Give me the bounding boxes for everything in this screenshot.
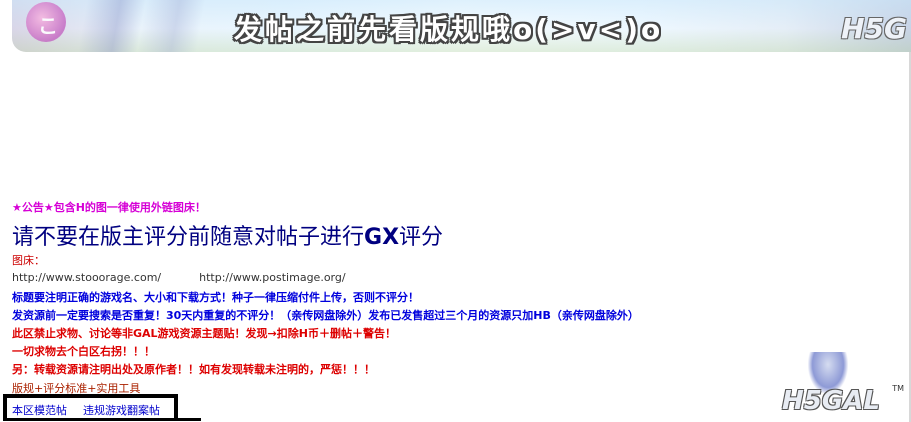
anime-characters-art xyxy=(70,0,230,52)
rule-requests-elsewhere: 一切求物去个白区右拐！！！ xyxy=(12,345,155,358)
image-host-link-postimage[interactable]: http://www.postimage.org/ xyxy=(199,271,345,284)
image-host-links: http://www.stooorage.com/http://www.post… xyxy=(12,271,346,284)
announcement: ★公告★包含H的图一律使用外链图床！ xyxy=(12,201,206,214)
appeal-posts-link[interactable]: 违规游戏翻案帖 xyxy=(83,402,160,418)
box-underline xyxy=(3,418,201,421)
image-host-label: 图床： xyxy=(12,254,45,267)
rule-duplicate-check: 发资源前一定要搜索是否重复！30天内重复的不评分！（亲传网盘除外）发布已发售超过… xyxy=(12,309,639,322)
featured-links-box: 本区模范帖 违规游戏翻案帖 xyxy=(3,394,178,420)
rule-title-format: 标题要注明正确的游戏名、大小和下载方式！种子一律压缩付件上传，否则不评分！ xyxy=(12,291,419,304)
mascot-logo-text: H5GAL xyxy=(782,386,880,416)
heading-prefix: 请不要在版主评分前随意对帖子进行 xyxy=(12,225,365,250)
header-banner: こ 发帖之前先看版规哦o(>v<)o H5G xyxy=(12,0,911,52)
rule-repost-credit: 另：转载资源请注明出处及原作者！！如有发现转载未注明的，严惩！！！ xyxy=(12,363,375,376)
heart-glyph: こ xyxy=(38,14,58,38)
image-host-link-stooorage[interactable]: http://www.stooorage.com/ xyxy=(12,271,161,284)
heading-bold: GX xyxy=(364,225,400,250)
site-logo: H5G xyxy=(841,12,907,45)
rule-no-requests: 此区禁止求物、讨论等非GAL游戏资源主题贴！发现→扣除H币＋删帖＋警告！ xyxy=(12,327,396,340)
trademark-mark: TM xyxy=(892,384,904,393)
rating-warning-heading: 请不要在版主评分前随意对帖子进行GX评分 xyxy=(12,219,443,251)
h5gal-mascot-logo: H5GAL TM xyxy=(770,352,910,422)
heading-suffix: 评分 xyxy=(399,225,444,250)
banner-title: 发帖之前先看版规哦o(>v<)o xyxy=(234,13,664,46)
heart-logo-icon: こ xyxy=(26,2,66,42)
model-posts-link[interactable]: 本区模范帖 xyxy=(12,402,67,418)
